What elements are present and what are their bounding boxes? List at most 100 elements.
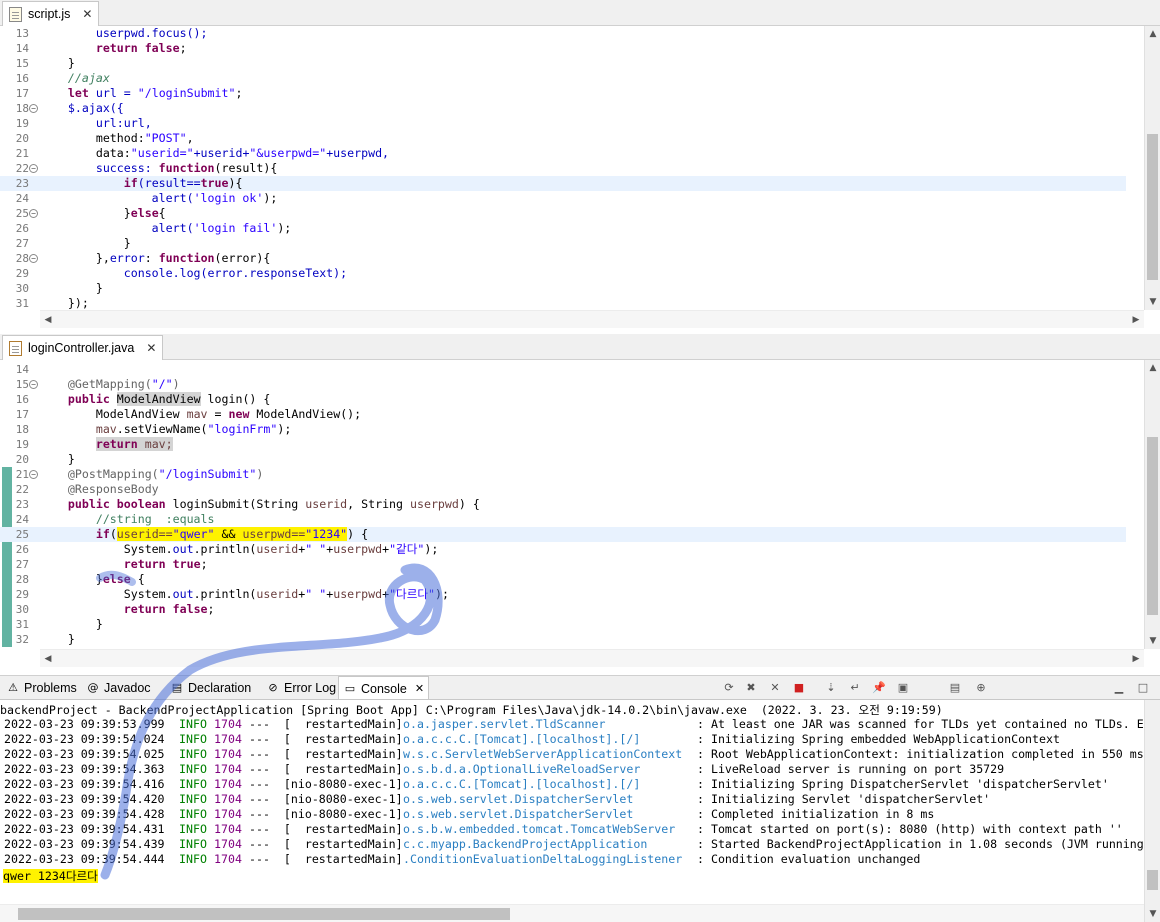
scroll-down-arrow-icon[interactable]: ▼	[1145, 633, 1160, 649]
scroll-right-arrow-icon[interactable]: ▶	[1128, 311, 1144, 328]
code-line[interactable]: 21− @PostMapping("/loginSubmit")	[0, 467, 1126, 482]
fold-toggle-icon[interactable]: −	[29, 254, 38, 263]
code-line[interactable]: 27 }	[0, 236, 1126, 251]
vertical-scrollbar[interactable]: ▲ ▼	[1144, 360, 1160, 649]
scroll-thumb[interactable]	[1147, 437, 1158, 615]
fold-toggle-icon[interactable]: −	[29, 470, 38, 479]
code-line[interactable]: 31 });	[0, 296, 1126, 311]
scroll-left-arrow-icon[interactable]: ◀	[40, 650, 56, 667]
new-console-icon[interactable]: ⊕	[972, 680, 990, 696]
log-logger[interactable]: o.a.jasper.servlet.TldScanner	[403, 717, 697, 732]
tab-declaration[interactable]: ▤ Declaration	[166, 676, 255, 700]
java-editor[interactable]: 14 15− @GetMapping("/") 16 public ModelAnd…	[0, 360, 1160, 667]
code-line[interactable]: 17 ModelAndView mav = new ModelAndView()…	[0, 407, 1126, 422]
log-logger[interactable]: .ConditionEvaluationDeltaLoggingListener	[403, 852, 697, 867]
log-logger[interactable]: o.s.b.w.embedded.tomcat.TomcatWebServer	[403, 822, 697, 837]
code-line[interactable]: 29 System.out.println(userid+" "+userpwd…	[0, 587, 1126, 602]
code-line[interactable]: 13 userpwd.focus();	[0, 26, 1126, 41]
scroll-lock-icon[interactable]: ⇣	[822, 680, 840, 696]
code-line[interactable]: 16 //ajax	[0, 71, 1126, 86]
code-line[interactable]: 23 if(result==true){	[0, 176, 1126, 191]
code-line[interactable]: 22− success: function(result){	[0, 161, 1126, 176]
code-line[interactable]: 18 mav.setViewName("loginFrm");	[0, 422, 1126, 437]
scroll-up-arrow-icon[interactable]: ▲	[1145, 360, 1160, 376]
log-logger[interactable]: o.s.web.servlet.DispatcherServlet	[403, 807, 697, 822]
scroll-up-arrow-icon[interactable]: ▲	[1145, 26, 1160, 42]
code-line[interactable]: 21 data:"userid="+userid+"&userpwd="+use…	[0, 146, 1126, 161]
scroll-down-arrow-icon[interactable]: ▼	[1145, 294, 1160, 310]
fold-toggle-icon[interactable]: −	[29, 164, 38, 173]
horizontal-scrollbar[interactable]: ◀ ▶	[40, 310, 1144, 328]
scroll-thumb[interactable]	[18, 908, 510, 920]
tab-problems[interactable]: ⚠ Problems	[2, 676, 81, 700]
code-line[interactable]: 15 }	[0, 56, 1126, 71]
code-line[interactable]: 32 }	[0, 632, 1126, 647]
tab-javadoc[interactable]: @ Javadoc	[82, 676, 155, 700]
code-line[interactable]: 28− },error: function(error){	[0, 251, 1126, 266]
terminate-icon[interactable]: ✖	[742, 680, 760, 696]
scroll-right-arrow-icon[interactable]: ▶	[1128, 650, 1144, 667]
code-line[interactable]: 18− $.ajax({	[0, 101, 1126, 116]
log-logger[interactable]: o.a.c.c.C.[Tomcat].[localhost].[/]	[403, 732, 697, 747]
code-line[interactable]: 25− }else{	[0, 206, 1126, 221]
sync-icon[interactable]: ⟳	[720, 680, 738, 696]
fold-toggle-icon[interactable]: −	[29, 104, 38, 113]
code-line[interactable]: 30 return false;	[0, 602, 1126, 617]
log-logger[interactable]: w.s.c.ServletWebServerApplicationContext	[403, 747, 697, 762]
code-line[interactable]: 19 return mav;	[0, 437, 1126, 452]
close-icon[interactable]: ✕	[415, 682, 424, 695]
fold-toggle-icon[interactable]: −	[29, 209, 38, 218]
code-line[interactable]: 28 }else {	[0, 572, 1126, 587]
console-horizontal-scrollbar[interactable]	[0, 904, 1144, 922]
log-logger[interactable]: o.s.b.d.a.OptionalLiveReloadServer	[403, 762, 697, 777]
code-line[interactable]: 14	[0, 362, 1126, 377]
script-editor[interactable]: 13 userpwd.focus(); 14 return false; 15 } 1…	[0, 26, 1160, 328]
code-line[interactable]: 17 let url = "/loginSubmit";	[0, 86, 1126, 101]
code-line[interactable]: 26 System.out.println(userid+" "+userpwd…	[0, 542, 1126, 557]
word-wrap-icon[interactable]: ↵	[846, 680, 864, 696]
code-line[interactable]: 26 alert('login fail');	[0, 221, 1126, 236]
console-view[interactable]: backendProject - BackendProjectApplicati…	[0, 699, 1160, 922]
log-logger[interactable]: o.a.c.c.C.[Tomcat].[localhost].[/]	[403, 777, 697, 792]
code-line[interactable]: 30 }	[0, 281, 1126, 296]
open-console-icon[interactable]: ▤	[946, 680, 964, 696]
scroll-thumb[interactable]	[1147, 134, 1158, 280]
display-selected-icon[interactable]: ▣	[894, 680, 912, 696]
code-line[interactable]: 23 public boolean loginSubmit(String use…	[0, 497, 1126, 512]
fold-toggle-icon[interactable]: −	[29, 380, 38, 389]
scroll-left-arrow-icon[interactable]: ◀	[40, 311, 56, 328]
log-logger[interactable]: c.c.myapp.BackendProjectApplication	[403, 837, 697, 852]
code-line[interactable]: 20 method:"POST",	[0, 131, 1126, 146]
code-text: }	[40, 617, 103, 632]
horizontal-scrollbar[interactable]: ◀ ▶	[40, 649, 1144, 667]
js-file-icon	[9, 6, 22, 22]
minimize-icon[interactable]: ▁	[1110, 680, 1128, 696]
remove-all-icon[interactable]: ✕	[766, 680, 784, 696]
tab-script-js[interactable]: script.js ✕	[2, 1, 100, 26]
code-line[interactable]: 14 return false;	[0, 41, 1126, 56]
stop-icon[interactable]: ■	[790, 680, 808, 696]
code-line[interactable]: 16 public ModelAndView login() {	[0, 392, 1126, 407]
code-line[interactable]: 15− @GetMapping("/")	[0, 377, 1126, 392]
code-line[interactable]: 25 if(userid=="qwer" && userpwd=="1234")…	[0, 527, 1126, 542]
scroll-down-arrow-icon[interactable]: ▼	[1145, 906, 1160, 922]
scroll-thumb[interactable]	[1147, 870, 1158, 890]
tab-login-controller[interactable]: loginController.java ✕	[2, 335, 164, 360]
code-line[interactable]: 20 }	[0, 452, 1126, 467]
code-line[interactable]: 24 //string :equals	[0, 512, 1126, 527]
code-line[interactable]: 31 }	[0, 617, 1126, 632]
tab-console[interactable]: ▭ Console ✕	[338, 676, 430, 700]
code-line[interactable]: 29 console.log(error.responseText);	[0, 266, 1126, 281]
log-logger[interactable]: o.s.web.servlet.DispatcherServlet	[403, 792, 697, 807]
code-line[interactable]: 22 @ResponseBody	[0, 482, 1126, 497]
pin-icon[interactable]: 📌	[870, 680, 888, 696]
code-line[interactable]: 19 url:url,	[0, 116, 1126, 131]
close-icon[interactable]: ✕	[82, 7, 92, 21]
code-line[interactable]: 27 return true;	[0, 557, 1126, 572]
console-vertical-scrollbar[interactable]: ▼	[1144, 700, 1160, 922]
maximize-icon[interactable]: □	[1134, 680, 1152, 696]
code-line[interactable]: 24 alert('login ok');	[0, 191, 1126, 206]
vertical-scrollbar[interactable]: ▲ ▼	[1144, 26, 1160, 310]
close-icon[interactable]: ✕	[146, 341, 156, 355]
tab-error-log[interactable]: ⊘ Error Log	[262, 676, 340, 700]
